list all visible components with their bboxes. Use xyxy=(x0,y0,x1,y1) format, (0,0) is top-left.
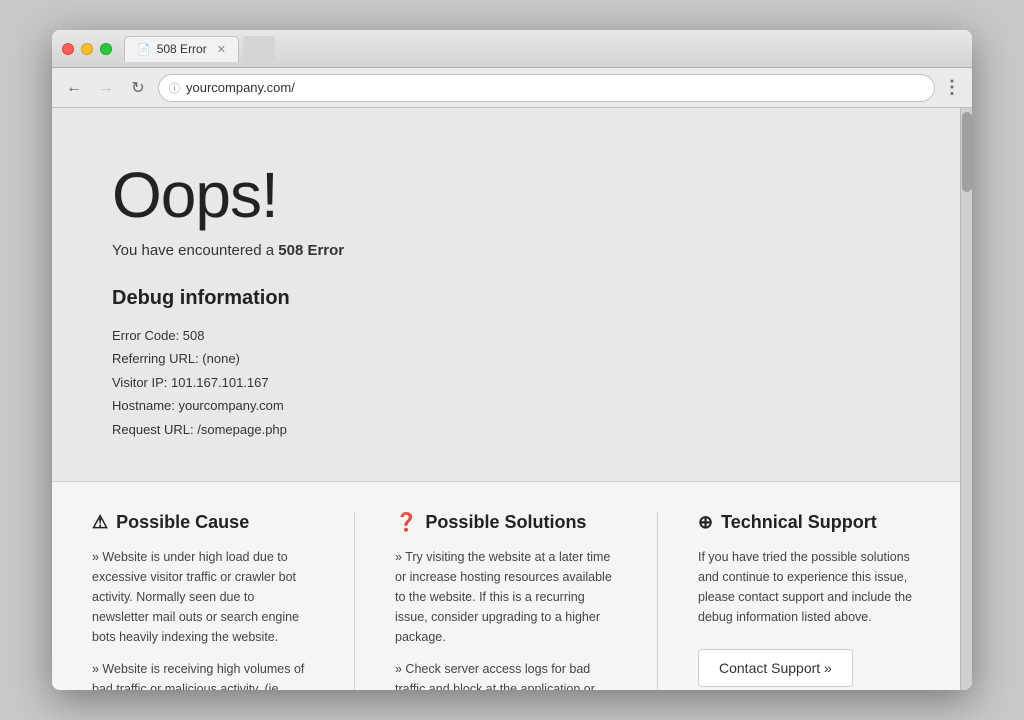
address-bar[interactable]: ⓘ yourcompany.com/ xyxy=(158,74,935,102)
technical-support-heading: ⊕ Technical Support xyxy=(698,512,920,533)
forward-button[interactable]: → xyxy=(94,76,118,100)
possible-cause-body: » Website is under high load due to exce… xyxy=(92,547,314,690)
hero-section: Oops! You have encountered a 508 Error D… xyxy=(52,108,960,481)
scrollbar-thumb[interactable] xyxy=(962,112,972,192)
active-tab[interactable]: 📄 508 Error ✕ xyxy=(124,36,239,62)
technical-support-body: If you have tried the possible solutions… xyxy=(698,547,920,627)
possible-cause-heading: ⚠ Possible Cause xyxy=(92,512,314,533)
back-button[interactable]: ← xyxy=(62,76,86,100)
lock-icon: ⓘ xyxy=(169,80,180,96)
page-content: Oops! You have encountered a 508 Error D… xyxy=(52,108,960,690)
possible-solutions-col: ❓ Possible Solutions » Try visiting the … xyxy=(395,512,617,690)
possible-cause-label: Possible Cause xyxy=(116,512,249,533)
bottom-section: ⚠ Possible Cause » Website is under high… xyxy=(52,481,960,690)
content-wrapper: Oops! You have encountered a 508 Error D… xyxy=(52,108,972,690)
question-icon: ❓ xyxy=(395,512,417,533)
tab-title: 508 Error xyxy=(157,42,207,56)
debug-heading: Debug information xyxy=(112,287,900,310)
debug-line-1: Referring URL: (none) xyxy=(112,347,900,370)
cause-para-1: » Website is receiving high volumes of b… xyxy=(92,659,314,690)
possible-solutions-body: » Try visiting the website at a later ti… xyxy=(395,547,617,690)
divider-1 xyxy=(354,512,355,690)
possible-cause-col: ⚠ Possible Cause » Website is under high… xyxy=(92,512,314,690)
subtitle-pre: You have encountered a xyxy=(112,242,278,259)
tab-close-icon[interactable]: ✕ xyxy=(217,43,226,56)
cause-para-0: » Website is under high load due to exce… xyxy=(92,547,314,647)
contact-support-button[interactable]: Contact Support » xyxy=(698,649,853,687)
divider-2 xyxy=(657,512,658,690)
possible-solutions-label: Possible Solutions xyxy=(425,512,586,533)
new-tab-spacer xyxy=(243,36,275,62)
solution-para-1: » Check server access logs for bad traff… xyxy=(395,659,617,690)
debug-line-4: Request URL: /somepage.php xyxy=(112,418,900,441)
refresh-button[interactable]: ↻ xyxy=(126,76,150,100)
debug-line-0: Error Code: 508 xyxy=(112,324,900,347)
minimize-button[interactable] xyxy=(81,43,93,55)
tab-area: 📄 508 Error ✕ xyxy=(124,36,962,62)
traffic-lights xyxy=(62,43,112,55)
maximize-button[interactable] xyxy=(100,43,112,55)
support-body-text: If you have tried the possible solutions… xyxy=(698,547,920,627)
solution-para-0: » Try visiting the website at a later ti… xyxy=(395,547,617,647)
technical-support-label: Technical Support xyxy=(721,512,877,533)
tab-page-icon: 📄 xyxy=(137,43,151,56)
error-code-bold: 508 Error xyxy=(278,242,344,259)
browser-window: 📄 508 Error ✕ ← → ↻ ⓘ yourcompany.com/ ⋮… xyxy=(52,30,972,690)
close-button[interactable] xyxy=(62,43,74,55)
possible-solutions-heading: ❓ Possible Solutions xyxy=(395,512,617,533)
debug-line-2: Visitor IP: 101.167.101.167 xyxy=(112,371,900,394)
title-bar: 📄 508 Error ✕ xyxy=(52,30,972,68)
nav-bar: ← → ↻ ⓘ yourcompany.com/ ⋮ xyxy=(52,68,972,108)
technical-support-col: ⊕ Technical Support If you have tried th… xyxy=(698,512,920,690)
scrollbar-track[interactable] xyxy=(960,108,972,690)
debug-info: Error Code: 508 Referring URL: (none) Vi… xyxy=(112,324,900,441)
oops-heading: Oops! xyxy=(112,158,900,232)
warning-icon: ⚠ xyxy=(92,512,108,533)
debug-line-3: Hostname: yourcompany.com xyxy=(112,394,900,417)
more-options-button[interactable]: ⋮ xyxy=(943,77,962,98)
error-subtitle: You have encountered a 508 Error xyxy=(112,242,900,259)
support-icon: ⊕ xyxy=(698,512,713,533)
url-text: yourcompany.com/ xyxy=(186,80,924,95)
